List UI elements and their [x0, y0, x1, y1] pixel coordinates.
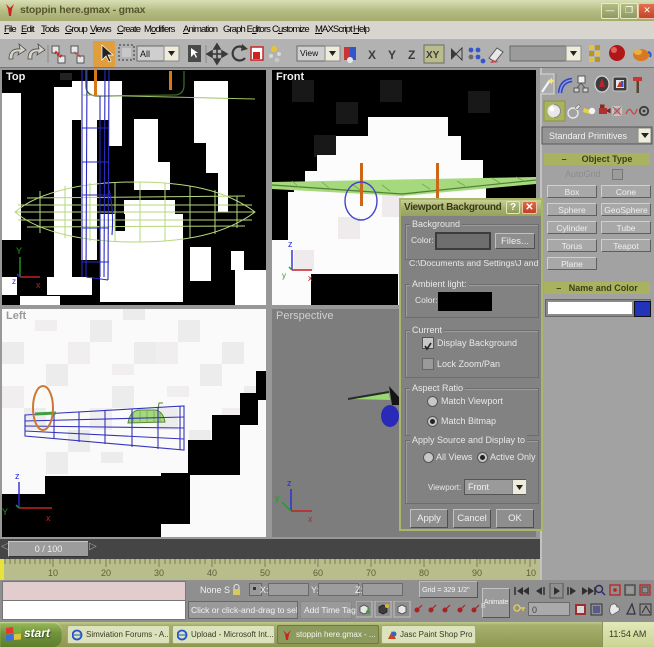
svg-text:Y: Y — [16, 246, 22, 256]
svg-text:y: y — [282, 271, 286, 280]
svg-text:Y: Y — [388, 48, 396, 62]
svg-text:z: z — [15, 471, 20, 481]
svg-text:50: 50 — [260, 568, 270, 578]
svg-text:80: 80 — [419, 568, 429, 578]
svg-text:View: View — [300, 48, 319, 58]
svg-text:40: 40 — [207, 568, 217, 578]
svg-text:x: x — [308, 273, 313, 283]
svg-text:z: z — [287, 478, 292, 488]
svg-text:z: z — [288, 239, 293, 249]
svg-text:70: 70 — [366, 568, 376, 578]
svg-text:60: 60 — [313, 568, 323, 578]
svg-text:Y: Y — [2, 507, 8, 517]
svg-text:All: All — [140, 49, 150, 59]
svg-text:30: 30 — [154, 568, 164, 578]
svg-text:x: x — [308, 514, 313, 524]
svg-text:90: 90 — [472, 568, 482, 578]
svg-text:X: X — [368, 48, 376, 62]
svg-text:Z: Z — [408, 48, 415, 62]
svg-text:x: x — [36, 280, 41, 290]
svg-text:B: B — [481, 603, 486, 610]
svg-text:10: 10 — [48, 568, 58, 578]
svg-text:x: x — [46, 513, 51, 523]
svg-text:10: 10 — [526, 568, 536, 578]
svg-text:y: y — [275, 493, 280, 503]
svg-text:z: z — [12, 277, 16, 286]
svg-text:20: 20 — [101, 568, 111, 578]
svg-text:XY: XY — [426, 50, 440, 61]
